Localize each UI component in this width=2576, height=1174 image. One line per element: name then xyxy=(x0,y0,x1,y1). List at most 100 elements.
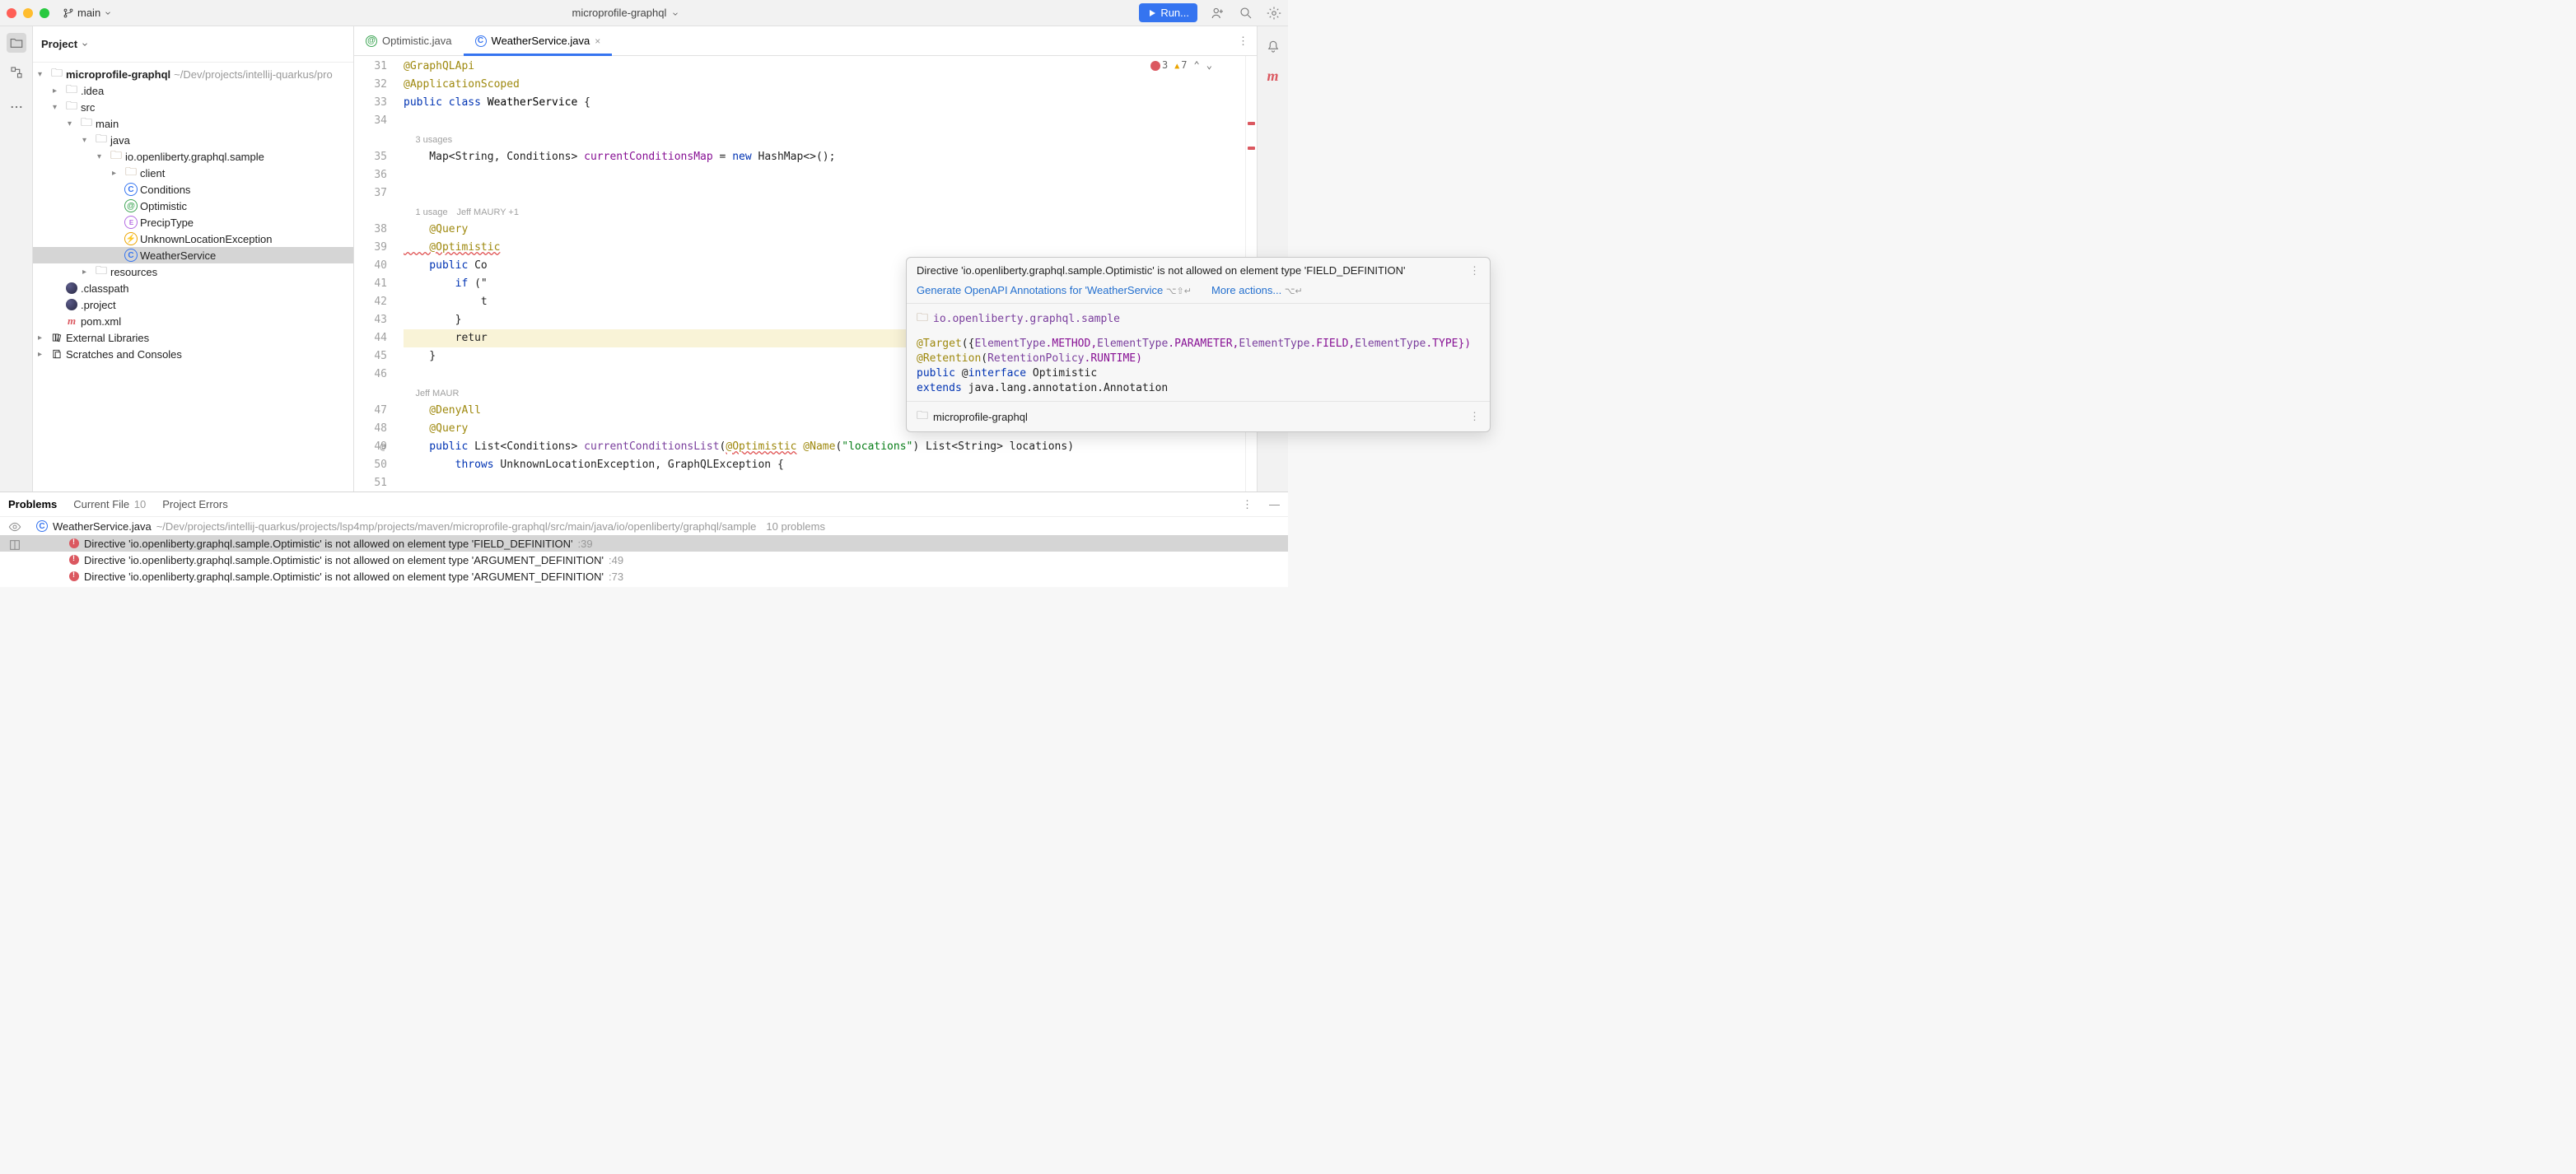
chevron-down-icon xyxy=(104,9,112,17)
project-errors-tab[interactable]: Project Errors xyxy=(162,498,227,510)
play-icon xyxy=(1147,8,1157,18)
folder-icon xyxy=(49,64,64,84)
git-branch-selector[interactable]: main xyxy=(63,7,112,19)
chevron-down-icon[interactable]: ⌄ xyxy=(1206,59,1212,71)
module-icon xyxy=(917,407,928,426)
error-count: 3 xyxy=(1150,59,1168,71)
branch-name: main xyxy=(77,7,100,19)
project-tree[interactable]: ▾microprofile-graphql~/Dev/projects/inte… xyxy=(33,63,353,491)
scratch-icon xyxy=(49,348,64,360)
usages-hint[interactable]: 3 usages xyxy=(415,135,452,145)
code-with-me-icon[interactable] xyxy=(1211,6,1225,21)
quick-doc-popup: Directive 'io.openliberty.graphql.sample… xyxy=(906,257,1491,432)
tree-folder-main[interactable]: ▾main xyxy=(33,115,353,132)
problems-menu-icon[interactable]: ⋮ xyxy=(1242,498,1253,511)
close-tab-icon[interactable]: × xyxy=(595,35,600,47)
popup-code: @Target({ElementType.METHOD,ElementType.… xyxy=(907,333,1490,401)
hide-panel-icon[interactable]: — xyxy=(1269,498,1280,510)
layout-icon[interactable] xyxy=(8,538,21,552)
library-icon xyxy=(49,332,64,343)
chevron-down-icon xyxy=(81,40,89,49)
exception-icon: ⚡ xyxy=(124,232,138,245)
eye-icon[interactable] xyxy=(8,520,21,533)
package-icon xyxy=(109,147,124,166)
error-icon xyxy=(69,571,79,581)
tree-file-precip[interactable]: EPrecipType xyxy=(33,214,353,231)
tree-package-client[interactable]: ▸client xyxy=(33,165,353,181)
structure-tool-icon[interactable] xyxy=(7,63,26,82)
warning-count: 7 xyxy=(1174,59,1187,71)
maven-tool-icon[interactable]: m xyxy=(1267,68,1278,85)
eclipse-icon xyxy=(66,282,77,294)
folder-icon xyxy=(79,114,94,133)
problems-tab[interactable]: Problems xyxy=(8,498,57,510)
author-hint[interactable]: Jeff MAURY +1 xyxy=(456,207,519,217)
close-window-icon[interactable] xyxy=(7,8,16,18)
more-actions-link[interactable]: More actions... xyxy=(1211,284,1281,296)
tree-file-classpath[interactable]: .classpath xyxy=(33,280,353,296)
class-icon: C xyxy=(124,183,138,196)
problem-row[interactable]: Directive 'io.openliberty.graphql.sample… xyxy=(0,552,1288,568)
override-gutter-icon[interactable]: @ xyxy=(380,438,385,456)
annotation-icon: @ xyxy=(124,199,138,212)
project-panel-header[interactable]: Project xyxy=(33,26,353,63)
project-panel: Project ▾microprofile-graphql~/Dev/proje… xyxy=(33,26,354,491)
usages-hint[interactable]: 1 usage xyxy=(415,207,447,217)
current-file-tab[interactable]: Current File 10 xyxy=(73,498,146,510)
minimize-window-icon[interactable] xyxy=(23,8,33,18)
window-title: microprofile-graphql xyxy=(112,7,1139,19)
tree-file-project[interactable]: .project xyxy=(33,296,353,313)
popup-menu-icon[interactable]: ⋮ xyxy=(1469,410,1480,423)
editor-tabs: @Optimistic.java CWeatherService.java× ⋮ xyxy=(354,26,1257,56)
class-icon: C xyxy=(36,520,48,532)
tree-external-libs[interactable]: ▸External Libraries xyxy=(33,329,353,346)
tree-folder-java[interactable]: ▾java xyxy=(33,132,353,148)
chevron-up-icon[interactable]: ⌃ xyxy=(1194,59,1200,71)
annotation-icon: @ xyxy=(366,35,377,47)
generate-annotations-link[interactable]: Generate OpenAPI Annotations for 'Weathe… xyxy=(917,284,1163,296)
problems-file-header[interactable]: C WeatherService.java ~/Dev/projects/int… xyxy=(0,517,1288,535)
tree-folder-idea[interactable]: ▸.idea xyxy=(33,82,353,99)
run-button[interactable]: Run... xyxy=(1139,3,1197,22)
search-icon[interactable] xyxy=(1239,6,1253,21)
author-hint[interactable]: Jeff MAUR xyxy=(415,389,459,398)
tree-package[interactable]: ▾io.openliberty.graphql.sample xyxy=(33,148,353,165)
tab-optimistic[interactable]: @Optimistic.java xyxy=(354,26,464,55)
tree-file-unknown[interactable]: ⚡UnknownLocationException xyxy=(33,231,353,247)
chevron-down-icon xyxy=(671,10,679,18)
tree-folder-src[interactable]: ▾src xyxy=(33,99,353,115)
zoom-window-icon[interactable] xyxy=(40,8,49,18)
error-marker[interactable] xyxy=(1248,147,1255,150)
tree-file-weather[interactable]: CWeatherService xyxy=(33,247,353,263)
tree-file-pom[interactable]: mpom.xml xyxy=(33,313,353,329)
error-icon xyxy=(69,555,79,565)
tree-folder-resources[interactable]: ▸resources xyxy=(33,263,353,280)
problem-row[interactable]: Directive 'io.openliberty.graphql.sample… xyxy=(0,535,1288,552)
tree-file-conditions[interactable]: CConditions xyxy=(33,181,353,198)
tree-project-root[interactable]: ▾microprofile-graphql~/Dev/projects/inte… xyxy=(33,66,353,82)
error-marker[interactable] xyxy=(1248,122,1255,125)
more-tools-icon[interactable] xyxy=(7,97,26,117)
enum-icon: E xyxy=(124,216,138,229)
folder-icon xyxy=(94,262,109,282)
gutter[interactable]: 31 32 33 34 35 36 37 38 39 40 41 42 43 4… xyxy=(354,56,404,491)
eclipse-icon xyxy=(66,299,77,310)
tree-file-optimistic[interactable]: @Optimistic xyxy=(33,198,353,214)
tree-scratches[interactable]: ▸Scratches and Consoles xyxy=(33,346,353,362)
gear-icon[interactable] xyxy=(1267,6,1281,21)
popup-menu-icon[interactable]: ⋮ xyxy=(1469,264,1480,277)
problem-row[interactable]: Directive 'io.openliberty.graphql.sample… xyxy=(0,568,1288,585)
project-tool-icon[interactable] xyxy=(7,33,26,53)
editor-tabs-menu-icon[interactable]: ⋮ xyxy=(1238,26,1257,55)
branch-icon xyxy=(63,7,74,19)
popup-module: microprofile-graphql xyxy=(933,411,1028,423)
notifications-icon[interactable] xyxy=(1266,40,1281,54)
code-editor[interactable]: 3 7 ⌃ ⌄ @GraphQLApi @ApplicationScoped p… xyxy=(404,56,1245,491)
tab-weatherservice[interactable]: CWeatherService.java× xyxy=(464,26,613,55)
left-toolbar xyxy=(0,26,33,491)
titlebar: main microprofile-graphql Run... xyxy=(0,0,1288,26)
maven-icon: m xyxy=(64,314,79,328)
class-icon: C xyxy=(124,249,138,262)
package-icon xyxy=(917,309,928,328)
inspection-widget[interactable]: 3 7 ⌃ ⌄ xyxy=(1150,59,1212,71)
